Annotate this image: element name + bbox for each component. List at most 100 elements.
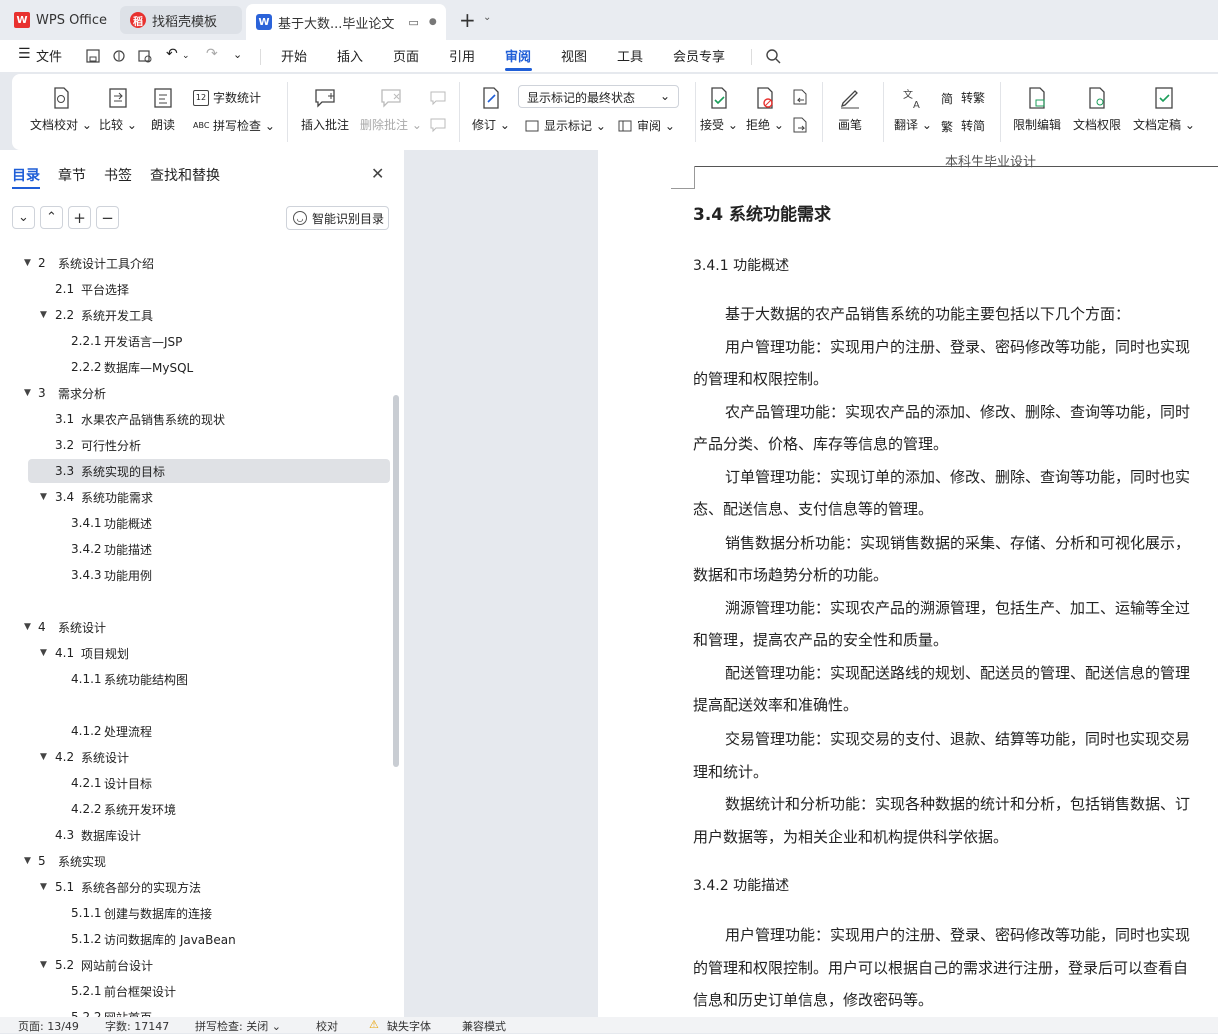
spell-check-button[interactable]: ABC 拼写检查 ⌄ (193, 117, 275, 134)
word-count-button[interactable]: 12 字数统计 (193, 89, 261, 106)
read-aloud-button[interactable]: 朗读 (151, 86, 175, 133)
tab-bookmarks[interactable]: 书签 (104, 165, 132, 185)
previous-comment-icon[interactable] (429, 89, 447, 107)
quick-access-chevron-icon[interactable]: ⌄ (233, 48, 242, 61)
collapse-arrow-icon[interactable]: ▼ (24, 258, 31, 268)
translate-button[interactable]: 文A 翻译 ⌄ (894, 86, 932, 133)
page-indicator[interactable]: 页面: 13/49 (18, 1018, 79, 1034)
collapse-arrow-icon[interactable]: ▼ (24, 856, 31, 866)
chevron-up-icon[interactable]: ⌃ (40, 206, 63, 229)
menu-tools[interactable]: 工具 (617, 46, 643, 65)
previous-change-icon[interactable] (791, 88, 809, 106)
tab-find-replace[interactable]: 查找和替换 (150, 165, 220, 185)
to-traditional-button[interactable]: 简 转繁 (941, 89, 985, 106)
toc-item[interactable]: ▼ 4.2 系统设计 (0, 745, 390, 769)
collapse-arrow-icon[interactable]: ▼ (24, 388, 31, 398)
next-comment-icon[interactable] (429, 116, 447, 134)
chevron-down-icon[interactable]: ⌄ (12, 206, 35, 229)
menu-view[interactable]: 视图 (561, 46, 587, 65)
collapse-arrow-icon[interactable]: ▼ (40, 752, 47, 762)
toc-item[interactable]: 3.2 可行性分析 (0, 433, 390, 457)
collapse-arrow-icon[interactable]: ▼ (40, 960, 47, 970)
show-markup-button[interactable]: 显示标记 ⌄ (524, 117, 606, 134)
redo-icon[interactable]: ↷ (206, 46, 218, 62)
collapse-arrow-icon[interactable]: ▼ (40, 882, 47, 892)
undo-icon[interactable]: ↶ (166, 46, 178, 62)
toc-item[interactable]: 4.1.1 系统功能结构图 (0, 667, 390, 691)
monitor-icon[interactable]: ▭ (408, 16, 418, 29)
add-heading-button[interactable]: + (68, 206, 91, 229)
compare-button[interactable]: 比较 ⌄ (99, 86, 137, 133)
toc-item[interactable]: ▼ 3.4 系统功能需求 (0, 485, 390, 509)
collapse-arrow-icon[interactable]: ▼ (24, 622, 31, 632)
menu-review[interactable]: 审阅 (505, 46, 531, 65)
tab-wps-office[interactable]: W WPS Office (4, 6, 114, 34)
toc-item[interactable]: ▼ 5.2 网站前台设计 (0, 953, 390, 977)
toc-item[interactable]: ▼ 5.1 系统各部分的实现方法 (0, 875, 390, 899)
next-change-icon[interactable] (791, 116, 809, 134)
menu-start[interactable]: 开始 (281, 46, 307, 65)
word-count-indicator[interactable]: 字数: 17147 (105, 1018, 169, 1034)
collapse-arrow-icon[interactable]: ▼ (40, 310, 47, 320)
ink-button[interactable]: 画笔 (838, 86, 862, 133)
new-tab-button[interactable]: + (459, 8, 476, 32)
tab-chapters[interactable]: 章节 (58, 165, 86, 185)
toc-item[interactable]: 2.2.2 数据库—MySQL (0, 355, 390, 379)
toc-item[interactable]: ▼ 4.1 项目规划 (0, 641, 390, 665)
menu-page[interactable]: 页面 (393, 46, 419, 65)
display-state-select[interactable]: 显示标记的最终状态 ⌄ (518, 85, 679, 108)
tab-docer[interactable]: 稻 找稻壳模板 (120, 6, 242, 34)
tab-list-chevron-icon[interactable]: ⌄ (483, 12, 491, 23)
toc-item[interactable]: 4.1.2 处理流程 (0, 719, 390, 743)
accept-button[interactable]: 接受 ⌄ (700, 86, 738, 133)
track-changes-button[interactable]: 修订 ⌄ (472, 86, 510, 133)
spell-check-indicator[interactable]: 拼写检查: 关闭 ⌄ (195, 1018, 281, 1034)
share-icon[interactable] (111, 48, 127, 64)
toc-item[interactable]: ▼ 4 系统设计 (0, 615, 390, 639)
toc-item[interactable]: 4.2.1 设计目标 (0, 771, 390, 795)
reject-button[interactable]: 拒绝 ⌄ (746, 86, 784, 133)
toc-item[interactable]: ▼ 2.2 系统开发工具 (0, 303, 390, 327)
toc-item[interactable]: 3.3 系统实现的目标 (0, 459, 390, 483)
remove-heading-button[interactable]: − (96, 206, 119, 229)
review-pane-button[interactable]: 审阅 ⌄ (617, 117, 675, 134)
toc-item[interactable]: 4.3 数据库设计 (0, 823, 390, 847)
close-icon[interactable]: ✕ (371, 164, 384, 183)
missing-font-indicator[interactable]: 缺失字体 (387, 1018, 431, 1034)
menu-reference[interactable]: 引用 (449, 46, 475, 65)
toc-item[interactable]: 4.2.2 系统开发环境 (0, 797, 390, 821)
to-simplified-button[interactable]: 繁 转简 (941, 117, 985, 134)
print-preview-icon[interactable] (137, 48, 153, 64)
collapse-arrow-icon[interactable]: ▼ (40, 492, 47, 502)
doc-permission-button[interactable]: 文档权限 (1073, 86, 1121, 133)
collapse-arrow-icon[interactable]: ▼ (40, 648, 47, 658)
toc-item[interactable]: 3.4.3 功能用例 (0, 563, 390, 587)
toc-item[interactable]: 5.2.1 前台框架设计 (0, 979, 390, 1003)
menu-file[interactable]: 文件 (36, 46, 62, 65)
proof-indicator[interactable]: 校对 (316, 1018, 338, 1034)
insert-comment-button[interactable]: 插入批注 (301, 86, 349, 133)
toc-item[interactable]: ▼ 3 需求分析 (0, 381, 390, 405)
toc-item[interactable]: 3.1 水果农产品销售系统的现状 (0, 407, 390, 431)
tab-document[interactable]: W 基于大数...毕业论文 ▭ ● (246, 4, 446, 40)
toc-item[interactable]: ▼ 5 系统实现 (0, 849, 390, 873)
toc-item[interactable]: 2.1 平台选择 (0, 277, 390, 301)
toc-item[interactable]: 3.4.2 功能描述 (0, 537, 390, 561)
doc-proof-button[interactable]: 文档校对 ⌄ (30, 86, 92, 133)
restrict-edit-button[interactable]: 限制编辑 (1013, 86, 1061, 133)
save-icon[interactable] (85, 48, 101, 64)
toc-item[interactable]: 2.2.1 开发语言—JSP (0, 329, 390, 353)
toc-item[interactable]: 5.1.2 访问数据库的 JavaBean (0, 927, 390, 951)
menu-vip[interactable]: 会员专享 (673, 46, 725, 65)
menu-insert[interactable]: 插入 (337, 46, 363, 65)
smart-toc-button[interactable]: ◡ 智能识别目录 (286, 206, 389, 230)
toc-item[interactable]: 5.1.1 创建与数据库的连接 (0, 901, 390, 925)
delete-comment-button[interactable]: 删除批注 ⌄ (360, 86, 422, 133)
tab-toc[interactable]: 目录 (12, 165, 40, 185)
sidebar-scrollbar[interactable] (393, 395, 399, 767)
toc-item[interactable]: ▼ 2 系统设计工具介绍 (0, 251, 390, 275)
compat-mode-indicator[interactable]: 兼容模式 (462, 1018, 506, 1034)
finalize-button[interactable]: 文档定稿 ⌄ (1133, 86, 1195, 133)
hamburger-icon[interactable]: ☰ (18, 46, 31, 62)
search-icon[interactable] (765, 48, 781, 64)
